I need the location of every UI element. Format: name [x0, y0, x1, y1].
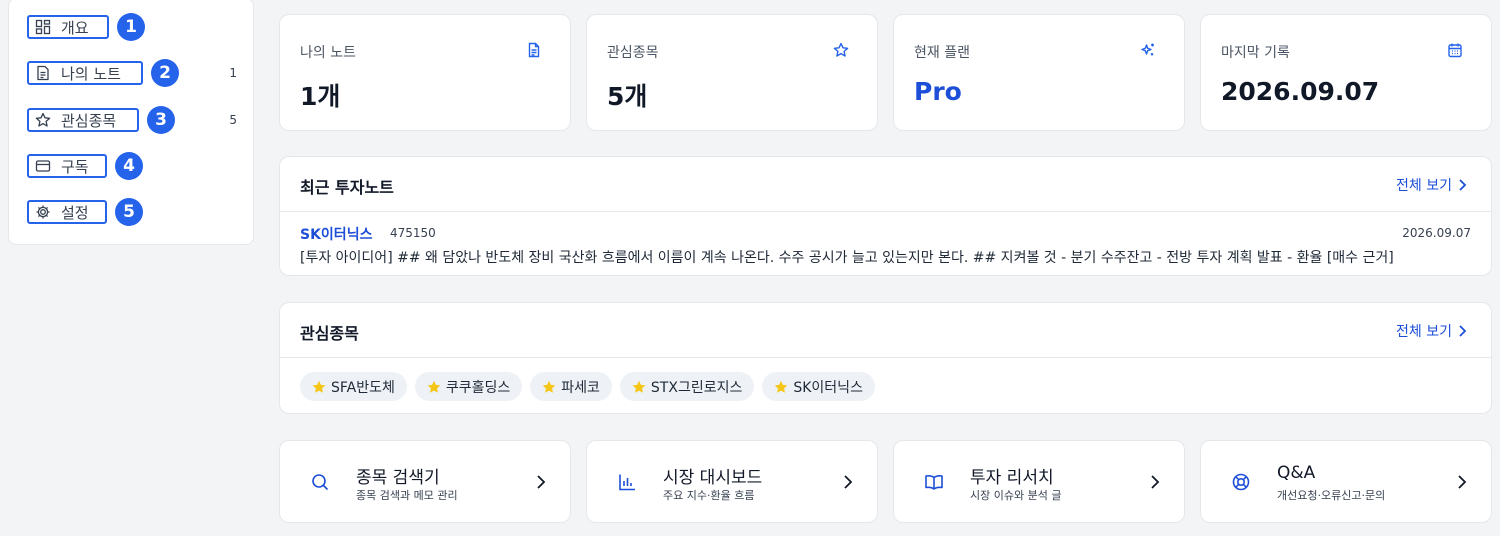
watchlist-chips: SFA반도체 쿠쿠홀딩스 파세코 STX그린로지스 SK이터닉스 [300, 372, 875, 401]
chevron-right-icon [1458, 475, 1467, 489]
note-date: 2026.09.07 [1402, 226, 1471, 240]
chevron-right-icon [537, 475, 546, 489]
star-filled-icon [427, 380, 441, 393]
stat-label: 마지막 기록 [1221, 45, 1290, 61]
see-all-label: 전체 보기 [1396, 178, 1452, 194]
card-icon [35, 160, 51, 172]
lifebuoy-icon [1232, 473, 1250, 491]
chip-label: SFA반도체 [331, 379, 395, 396]
book-icon [925, 475, 943, 490]
stat-card-last-record: 마지막 기록 2026.09.07 [1200, 14, 1492, 131]
star-filled-icon [632, 380, 646, 393]
stat-value: 5개 [607, 82, 648, 111]
quick-link-title: 시장 대시보드 [663, 468, 763, 488]
note-stock-name[interactable]: SK이터닉스 [300, 224, 372, 244]
note-icon [37, 65, 49, 81]
calendar-icon [1448, 43, 1462, 58]
sidebar-item-highlight[interactable]: 나의 노트 [27, 61, 143, 85]
sparkle-icon [1141, 43, 1154, 56]
section-title: 관심종목 [300, 324, 359, 343]
quick-link-subtitle: 개선요청·오류신고·문의 [1277, 489, 1386, 502]
stat-label: 관심종목 [607, 45, 659, 61]
sidebar-item-highlight[interactable]: 개요 [27, 15, 109, 39]
item-count: 1 [229, 66, 237, 80]
step-badge: 5 [115, 198, 143, 226]
sidebar-item-overview[interactable]: 개요 1 [27, 13, 237, 41]
stat-card-watchlist: 관심종목 5개 [586, 14, 878, 131]
note-body: [투자 아이디어] ## 왜 담았나 반도체 장비 국산화 흐름에서 이름이 계… [300, 250, 1394, 266]
search-icon [312, 474, 329, 491]
quick-link-subtitle: 시장 이슈와 분석 글 [970, 489, 1062, 502]
divider [280, 357, 1491, 358]
watchlist-panel: 관심종목 전체 보기 SFA반도체 쿠쿠홀딩스 파세코 STX그린로지스 SK이… [279, 302, 1492, 414]
sidebar-item-label: 개요 [61, 18, 89, 37]
note-stock-code: 475150 [390, 226, 436, 240]
quick-link-qna[interactable]: Q&A 개선요청·오류신고·문의 [1200, 440, 1492, 523]
step-badge: 4 [115, 152, 143, 180]
sidebar-item-highlight[interactable]: 설정 [27, 200, 107, 224]
sidebar-item-label: 설정 [61, 203, 89, 222]
stat-value: 2026.09.07 [1221, 77, 1380, 106]
sidebar-item-subscription[interactable]: 구독 4 [27, 152, 237, 180]
watchlist-chip[interactable]: 파세코 [530, 372, 612, 401]
step-badge: 2 [151, 59, 179, 87]
gear-icon [36, 205, 50, 219]
sidebar-item-settings[interactable]: 설정 5 [27, 198, 237, 226]
chevron-right-icon [844, 475, 853, 489]
quick-link-subtitle: 종목 검색과 메모 관리 [356, 489, 458, 502]
star-filled-icon [775, 380, 788, 393]
see-all-link[interactable]: 전체 보기 [1396, 175, 1467, 195]
stat-label: 나의 노트 [300, 45, 356, 61]
chip-label: 파세코 [561, 379, 600, 396]
see-all-link[interactable]: 전체 보기 [1396, 321, 1467, 341]
section-title: 최근 투자노트 [300, 178, 394, 197]
sidebar-item-watchlist[interactable]: 관심종목 3 5 [27, 106, 237, 134]
sidebar-item-highlight[interactable]: 관심종목 [27, 108, 139, 132]
stat-value: Pro [914, 77, 962, 106]
chip-label: STX그린로지스 [650, 379, 743, 396]
sidebar: 개요 1 나의 노트 2 1 관심종목 3 5 구독 4 설정 5 [8, 0, 254, 245]
quick-link-subtitle: 주요 지수·환율 흐름 [663, 489, 755, 502]
see-all-label: 전체 보기 [1396, 324, 1452, 340]
watchlist-chip[interactable]: 쿠쿠홀딩스 [414, 372, 523, 401]
chevron-right-icon [1459, 179, 1467, 191]
sidebar-item-highlight[interactable]: 구독 [27, 154, 107, 178]
star-filled-icon [312, 380, 326, 393]
quick-link-title: 종목 검색기 [356, 468, 440, 488]
sidebar-item-label: 나의 노트 [61, 64, 121, 83]
star-icon [833, 42, 849, 57]
stat-card-current-plan: 현재 플랜 Pro [893, 14, 1185, 131]
stat-value: 1개 [300, 82, 341, 111]
chevron-right-icon [1151, 475, 1160, 489]
step-badge: 3 [147, 106, 175, 134]
sidebar-item-label: 관심종목 [61, 111, 117, 130]
star-icon [35, 112, 51, 127]
sidebar-item-label: 구독 [61, 157, 89, 176]
quick-link-title: Q&A [1277, 463, 1316, 483]
document-icon [528, 42, 540, 58]
item-count: 5 [229, 113, 237, 127]
sidebar-item-my-notes[interactable]: 나의 노트 2 1 [27, 59, 237, 87]
quick-link-investment-research[interactable]: 투자 리서치 시장 이슈와 분석 글 [893, 440, 1185, 523]
watchlist-chip[interactable]: SK이터닉스 [762, 372, 875, 401]
chip-label: SK이터닉스 [793, 379, 863, 396]
grid-icon [35, 19, 51, 35]
quick-link-title: 투자 리서치 [970, 468, 1054, 488]
chip-label: 쿠쿠홀딩스 [445, 379, 511, 396]
bar-chart-icon [619, 474, 635, 491]
star-filled-icon [542, 380, 556, 393]
stat-label: 현재 플랜 [914, 45, 970, 61]
quick-link-stock-screener[interactable]: 종목 검색기 종목 검색과 메모 관리 [279, 440, 571, 523]
recent-notes-panel: 최근 투자노트 전체 보기 SK이터닉스 475150 2026.09.07 [… [279, 156, 1492, 276]
stat-card-my-notes: 나의 노트 1개 [279, 14, 571, 131]
watchlist-chip[interactable]: STX그린로지스 [619, 372, 755, 401]
quick-link-market-dashboard[interactable]: 시장 대시보드 주요 지수·환율 흐름 [586, 440, 878, 523]
divider [280, 211, 1491, 212]
watchlist-chip[interactable]: SFA반도체 [300, 372, 407, 401]
chevron-right-icon [1459, 325, 1467, 337]
step-badge: 1 [117, 13, 145, 41]
